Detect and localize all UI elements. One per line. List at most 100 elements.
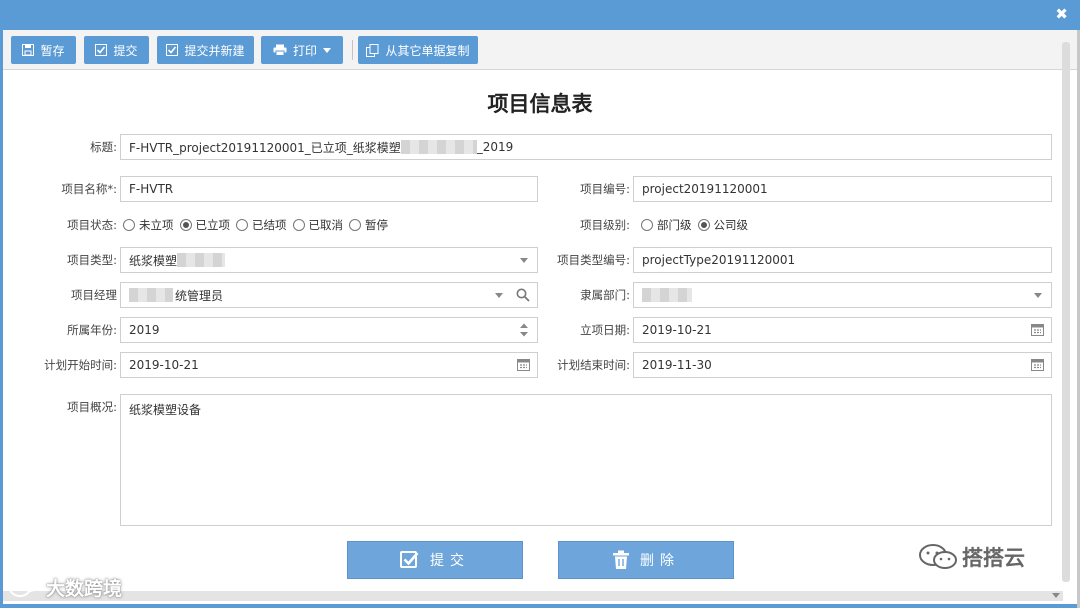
project-type-select[interactable]: 纸浆模塑: [120, 247, 538, 273]
plan-end-input[interactable]: 2019-11-30: [633, 352, 1052, 378]
level-option-label: 部门级: [657, 218, 692, 232]
level-option-company[interactable]: 公司级: [697, 217, 749, 233]
print-button[interactable]: 打印: [261, 36, 343, 64]
chevron-down-icon: [323, 47, 331, 53]
project-type-code-value: projectType20191120001: [642, 253, 796, 267]
redacted-text: [177, 253, 226, 267]
radio-checked-icon: [697, 219, 710, 231]
chevron-down-icon: [1034, 293, 1042, 298]
project-name-value: F-HVTR: [129, 182, 174, 196]
plan-start-input[interactable]: 2019-10-21: [120, 352, 538, 378]
level-option-department[interactable]: 部门级: [641, 217, 692, 233]
title-bar: ✖: [0, 0, 1080, 30]
toolbar: 暂存 提交 提交并新建 打印 从其它单据复制: [3, 30, 1077, 70]
redacted-text: [400, 140, 477, 154]
setup-date-input[interactable]: 2019-10-21: [633, 317, 1052, 343]
close-icon[interactable]: ✖: [1055, 6, 1068, 22]
copy-from-other-button[interactable]: 从其它单据复制: [358, 36, 478, 64]
status-option-label: 已结项: [252, 218, 287, 232]
title-field[interactable]: F-HVTR_project20191120001_已立项_纸浆模塑 _2019: [120, 134, 1052, 160]
form-title: 项目信息表: [487, 92, 593, 116]
title-label: 标题:: [90, 140, 117, 154]
project-status-label: 项目状态:: [67, 218, 117, 232]
project-code-input[interactable]: project20191120001: [633, 176, 1052, 202]
project-type-code-input[interactable]: projectType20191120001: [633, 247, 1052, 273]
print-label: 打印: [292, 43, 317, 58]
status-option-label: 已立项: [195, 218, 231, 232]
project-type-value: 纸浆模塑: [129, 253, 178, 268]
status-option-cancelled[interactable]: 已取消: [292, 217, 343, 233]
status-option-paused[interactable]: 暂停: [349, 217, 388, 233]
radio-checked-icon: [179, 219, 192, 231]
calendar-icon[interactable]: [1031, 323, 1044, 336]
radio-icon: [349, 219, 361, 231]
plan-end-label: 计划结束时间:: [557, 358, 630, 372]
wechat-icon: [919, 544, 957, 569]
printer-icon: [273, 44, 287, 56]
project-code-value: project20191120001: [642, 182, 768, 196]
submit-button[interactable]: 提交: [347, 541, 523, 579]
radio-icon: [641, 219, 653, 231]
submit-new-label: 提交并新建: [184, 43, 245, 58]
search-icon[interactable]: [516, 288, 530, 302]
overview-textarea[interactable]: 纸浆模塑设备: [120, 394, 1052, 526]
department-label: 隶属部门:: [580, 288, 630, 302]
copy-from-other-label: 从其它单据复制: [385, 43, 470, 58]
delete-button[interactable]: 删除: [558, 541, 734, 579]
department-select[interactable]: [633, 282, 1052, 308]
project-name-input[interactable]: F-HVTR: [120, 176, 538, 202]
project-status-radio-group: 未立项 已立项 已结项 已取消 暂停: [123, 212, 394, 238]
level-option-label: 公司级: [713, 218, 749, 232]
trash-icon: [613, 550, 629, 569]
project-code-label: 项目编号:: [580, 182, 630, 196]
delete-label: 删除: [640, 553, 680, 569]
project-manager-label: 项目经理: [71, 288, 117, 302]
calendar-icon[interactable]: [1031, 358, 1044, 371]
status-option-label: 未立项: [139, 218, 174, 232]
watermark-left-text: 大数跨境: [46, 578, 123, 600]
copy-icon: [366, 43, 379, 57]
year-stepper[interactable]: 2019: [120, 317, 538, 343]
status-option-closed[interactable]: 已结项: [236, 217, 287, 233]
project-name-label: 项目名称*:: [61, 182, 117, 196]
chevron-down-icon: [495, 293, 503, 298]
chevron-down-icon[interactable]: [1052, 593, 1060, 598]
project-level-radio-group: 部门级 公司级: [641, 212, 754, 238]
vertical-scrollbar[interactable]: [1062, 42, 1070, 582]
submit-toolbar-label: 提交: [113, 43, 138, 58]
radio-icon: [236, 219, 248, 231]
save-draft-label: 暂存: [40, 43, 65, 58]
project-level-label: 项目级别:: [580, 218, 630, 232]
save-draft-button[interactable]: 暂存: [11, 36, 76, 64]
watermark-right-text: 搭搭云: [962, 546, 1025, 570]
project-type-code-label: 项目类型编号:: [557, 253, 630, 267]
project-type-label: 项目类型:: [67, 253, 117, 267]
chevron-down-icon: [520, 258, 528, 263]
status-option-approved[interactable]: 已立项: [179, 217, 231, 233]
title-value-suffix: _2019: [476, 140, 514, 154]
toolbar-divider: [352, 40, 353, 60]
plan-start-value: 2019-10-21: [129, 358, 199, 372]
year-label: 所属年份:: [67, 323, 117, 337]
submit-toolbar-button[interactable]: 提交: [84, 36, 149, 64]
calendar-icon[interactable]: [517, 358, 530, 371]
spinner-icon[interactable]: [519, 322, 529, 338]
submit-new-button[interactable]: 提交并新建: [157, 36, 254, 64]
checkbox-icon: [95, 44, 108, 56]
submit-label: 提交: [430, 553, 470, 569]
checkbox-icon: [166, 44, 179, 56]
overview-label: 项目概况:: [67, 400, 117, 414]
horizontal-scrollbar[interactable]: [3, 591, 1063, 601]
save-icon: [22, 44, 35, 56]
status-option-label: 暂停: [365, 218, 388, 232]
watermark-left: 大数跨境: [8, 574, 122, 601]
status-option-not-started[interactable]: 未立项: [123, 217, 174, 233]
project-manager-value: 统管理员: [175, 288, 224, 303]
checkbox-icon: [400, 551, 419, 568]
plan-end-value: 2019-11-30: [642, 358, 712, 372]
project-manager-select[interactable]: 统管理员: [120, 282, 538, 308]
setup-date-value: 2019-10-21: [642, 323, 712, 337]
plan-start-label: 计划开始时间:: [44, 358, 117, 372]
redacted-text: [129, 288, 173, 302]
year-value: 2019: [129, 323, 160, 337]
